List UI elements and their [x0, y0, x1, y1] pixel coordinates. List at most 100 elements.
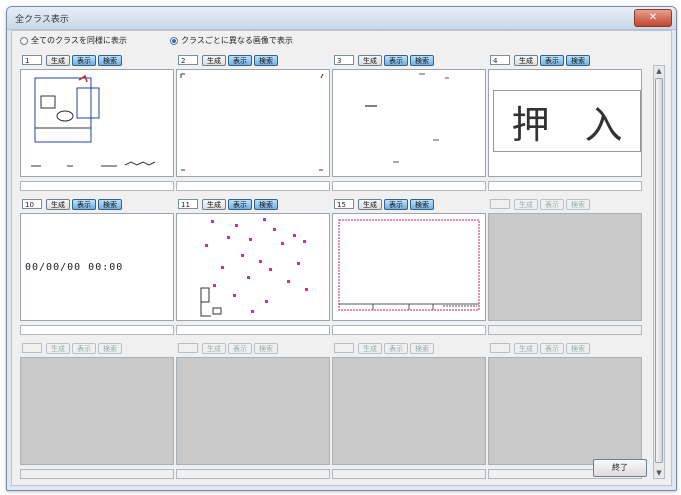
preview-empty [488, 357, 642, 465]
generate-button[interactable]: 生成 [202, 199, 226, 210]
generate-button[interactable]: 生成 [358, 343, 382, 354]
generate-button[interactable]: 生成 [46, 55, 70, 66]
generate-button[interactable]: 生成 [358, 199, 382, 210]
title-bar[interactable]: 全クラス表示 ✕ [7, 7, 676, 30]
generate-button[interactable]: 生成 [202, 55, 226, 66]
search-button[interactable]: 検索 [566, 199, 590, 210]
panel-header: 15 生成 表示 検索 [332, 197, 486, 213]
panel-status-field [332, 469, 486, 479]
panel-status-field [176, 325, 330, 335]
show-button[interactable]: 表示 [540, 343, 564, 354]
search-button[interactable]: 検索 [410, 199, 434, 210]
show-button[interactable]: 表示 [228, 343, 252, 354]
corner-marks-drawing [180, 73, 324, 171]
search-button[interactable]: 検索 [410, 343, 434, 354]
show-button[interactable]: 表示 [384, 199, 408, 210]
search-button[interactable]: 検索 [98, 55, 122, 66]
show-button[interactable]: 表示 [540, 199, 564, 210]
preview-empty [176, 357, 330, 465]
show-button[interactable]: 表示 [228, 199, 252, 210]
radio-label: 全てのクラスを同様に表示 [31, 36, 127, 45]
show-button[interactable]: 表示 [384, 55, 408, 66]
generate-button[interactable]: 生成 [514, 343, 538, 354]
radio-show-each[interactable]: クラスごとに異なる画像で表示 [170, 35, 293, 46]
class-number-field[interactable] [490, 199, 510, 209]
class-panel-10: 10 生成 表示 検索 00/00/00 00:00 [20, 197, 174, 345]
class-number-field[interactable] [178, 343, 198, 353]
preview-scattered-marks[interactable] [332, 69, 486, 177]
preview-empty [332, 357, 486, 465]
class-number-field[interactable] [490, 343, 510, 353]
panel-status-field [20, 325, 174, 335]
show-button[interactable]: 表示 [540, 55, 564, 66]
panel-header: 3 生成 表示 検索 [332, 53, 486, 69]
search-button[interactable]: 検索 [254, 199, 278, 210]
vertical-scrollbar[interactable]: ▲ ▼ [653, 65, 665, 479]
scroll-up-arrow-icon[interactable]: ▲ [654, 66, 664, 76]
scattered-marks-drawing [365, 73, 449, 163]
preview-text-label[interactable]: 押 入 [488, 69, 642, 177]
panel-status-field [20, 181, 174, 191]
panel-header: 生成 表示 検索 [20, 341, 174, 357]
datetime-text: 00/00/00 00:00 [25, 262, 124, 273]
window-title: 全クラス表示 [15, 15, 69, 25]
class-number-field[interactable]: 2 [178, 55, 198, 65]
generate-button[interactable]: 生成 [46, 199, 70, 210]
search-button[interactable]: 検索 [566, 55, 590, 66]
label-char-1: 押 [511, 102, 550, 147]
generate-button[interactable]: 生成 [514, 199, 538, 210]
panel-header: 生成 表示 検索 [332, 341, 486, 357]
class-number-field[interactable]: 1 [22, 55, 42, 65]
generate-button[interactable]: 生成 [46, 343, 70, 354]
preview-floorplan[interactable] [20, 69, 174, 177]
panel-header: 生成 表示 検索 [488, 341, 642, 357]
class-number-field[interactable]: 15 [334, 199, 354, 209]
radio-dot[interactable] [170, 36, 178, 45]
client-area: 全てのクラスを同様に表示 クラスごとに異なる画像で表示 1 生成 表示 検索 2… [11, 30, 672, 486]
scrollbar-thumb[interactable] [655, 78, 663, 463]
search-button[interactable]: 検索 [566, 343, 590, 354]
preview-empty [488, 213, 642, 321]
show-button[interactable]: 表示 [72, 343, 96, 354]
class-number-field[interactable]: 10 [22, 199, 42, 209]
preview-red-frame[interactable] [332, 213, 486, 321]
panel-header: 1 生成 表示 検索 [20, 53, 174, 69]
class-number-field[interactable] [334, 343, 354, 353]
label-char-2: 入 [584, 102, 623, 147]
radio-dot[interactable] [20, 36, 28, 45]
class-number-field[interactable]: 4 [490, 55, 510, 65]
end-button[interactable]: 終了 [593, 459, 647, 477]
class-number-field[interactable]: 3 [334, 55, 354, 65]
panel-header: 生成 表示 検索 [176, 341, 330, 357]
show-button[interactable]: 表示 [228, 55, 252, 66]
class-panel-4: 4 生成 表示 検索 押 入 [488, 53, 642, 201]
generate-button[interactable]: 生成 [202, 343, 226, 354]
close-button[interactable]: ✕ [634, 9, 672, 27]
search-button[interactable]: 検索 [254, 343, 278, 354]
show-button[interactable]: 表示 [384, 343, 408, 354]
panel-status-field [176, 469, 330, 479]
search-button[interactable]: 検索 [254, 55, 278, 66]
preview-magenta-points[interactable] [176, 213, 330, 321]
floorplan-drawing [31, 74, 156, 167]
show-button[interactable]: 表示 [72, 55, 96, 66]
search-button[interactable]: 検索 [410, 55, 434, 66]
panel-status-field [332, 181, 486, 191]
radio-show-all[interactable]: 全てのクラスを同様に表示 [20, 35, 127, 46]
magenta-points-drawing [200, 218, 308, 317]
preview-empty [20, 357, 174, 465]
class-number-field[interactable] [22, 343, 42, 353]
show-button[interactable]: 表示 [72, 199, 96, 210]
scroll-down-arrow-icon[interactable]: ▼ [654, 468, 664, 478]
radio-label: クラスごとに異なる画像で表示 [181, 36, 293, 45]
generate-button[interactable]: 生成 [358, 55, 382, 66]
search-button[interactable]: 検索 [98, 199, 122, 210]
panel-header: 生成 表示 検索 [488, 197, 642, 213]
generate-button[interactable]: 生成 [514, 55, 538, 66]
class-panel-empty-4: 生成 表示 検索 [332, 341, 486, 489]
panel-status-field [332, 325, 486, 335]
search-button[interactable]: 検索 [98, 343, 122, 354]
preview-corner-marks[interactable] [176, 69, 330, 177]
class-number-field[interactable]: 11 [178, 199, 198, 209]
preview-datetime[interactable]: 00/00/00 00:00 [20, 213, 174, 321]
